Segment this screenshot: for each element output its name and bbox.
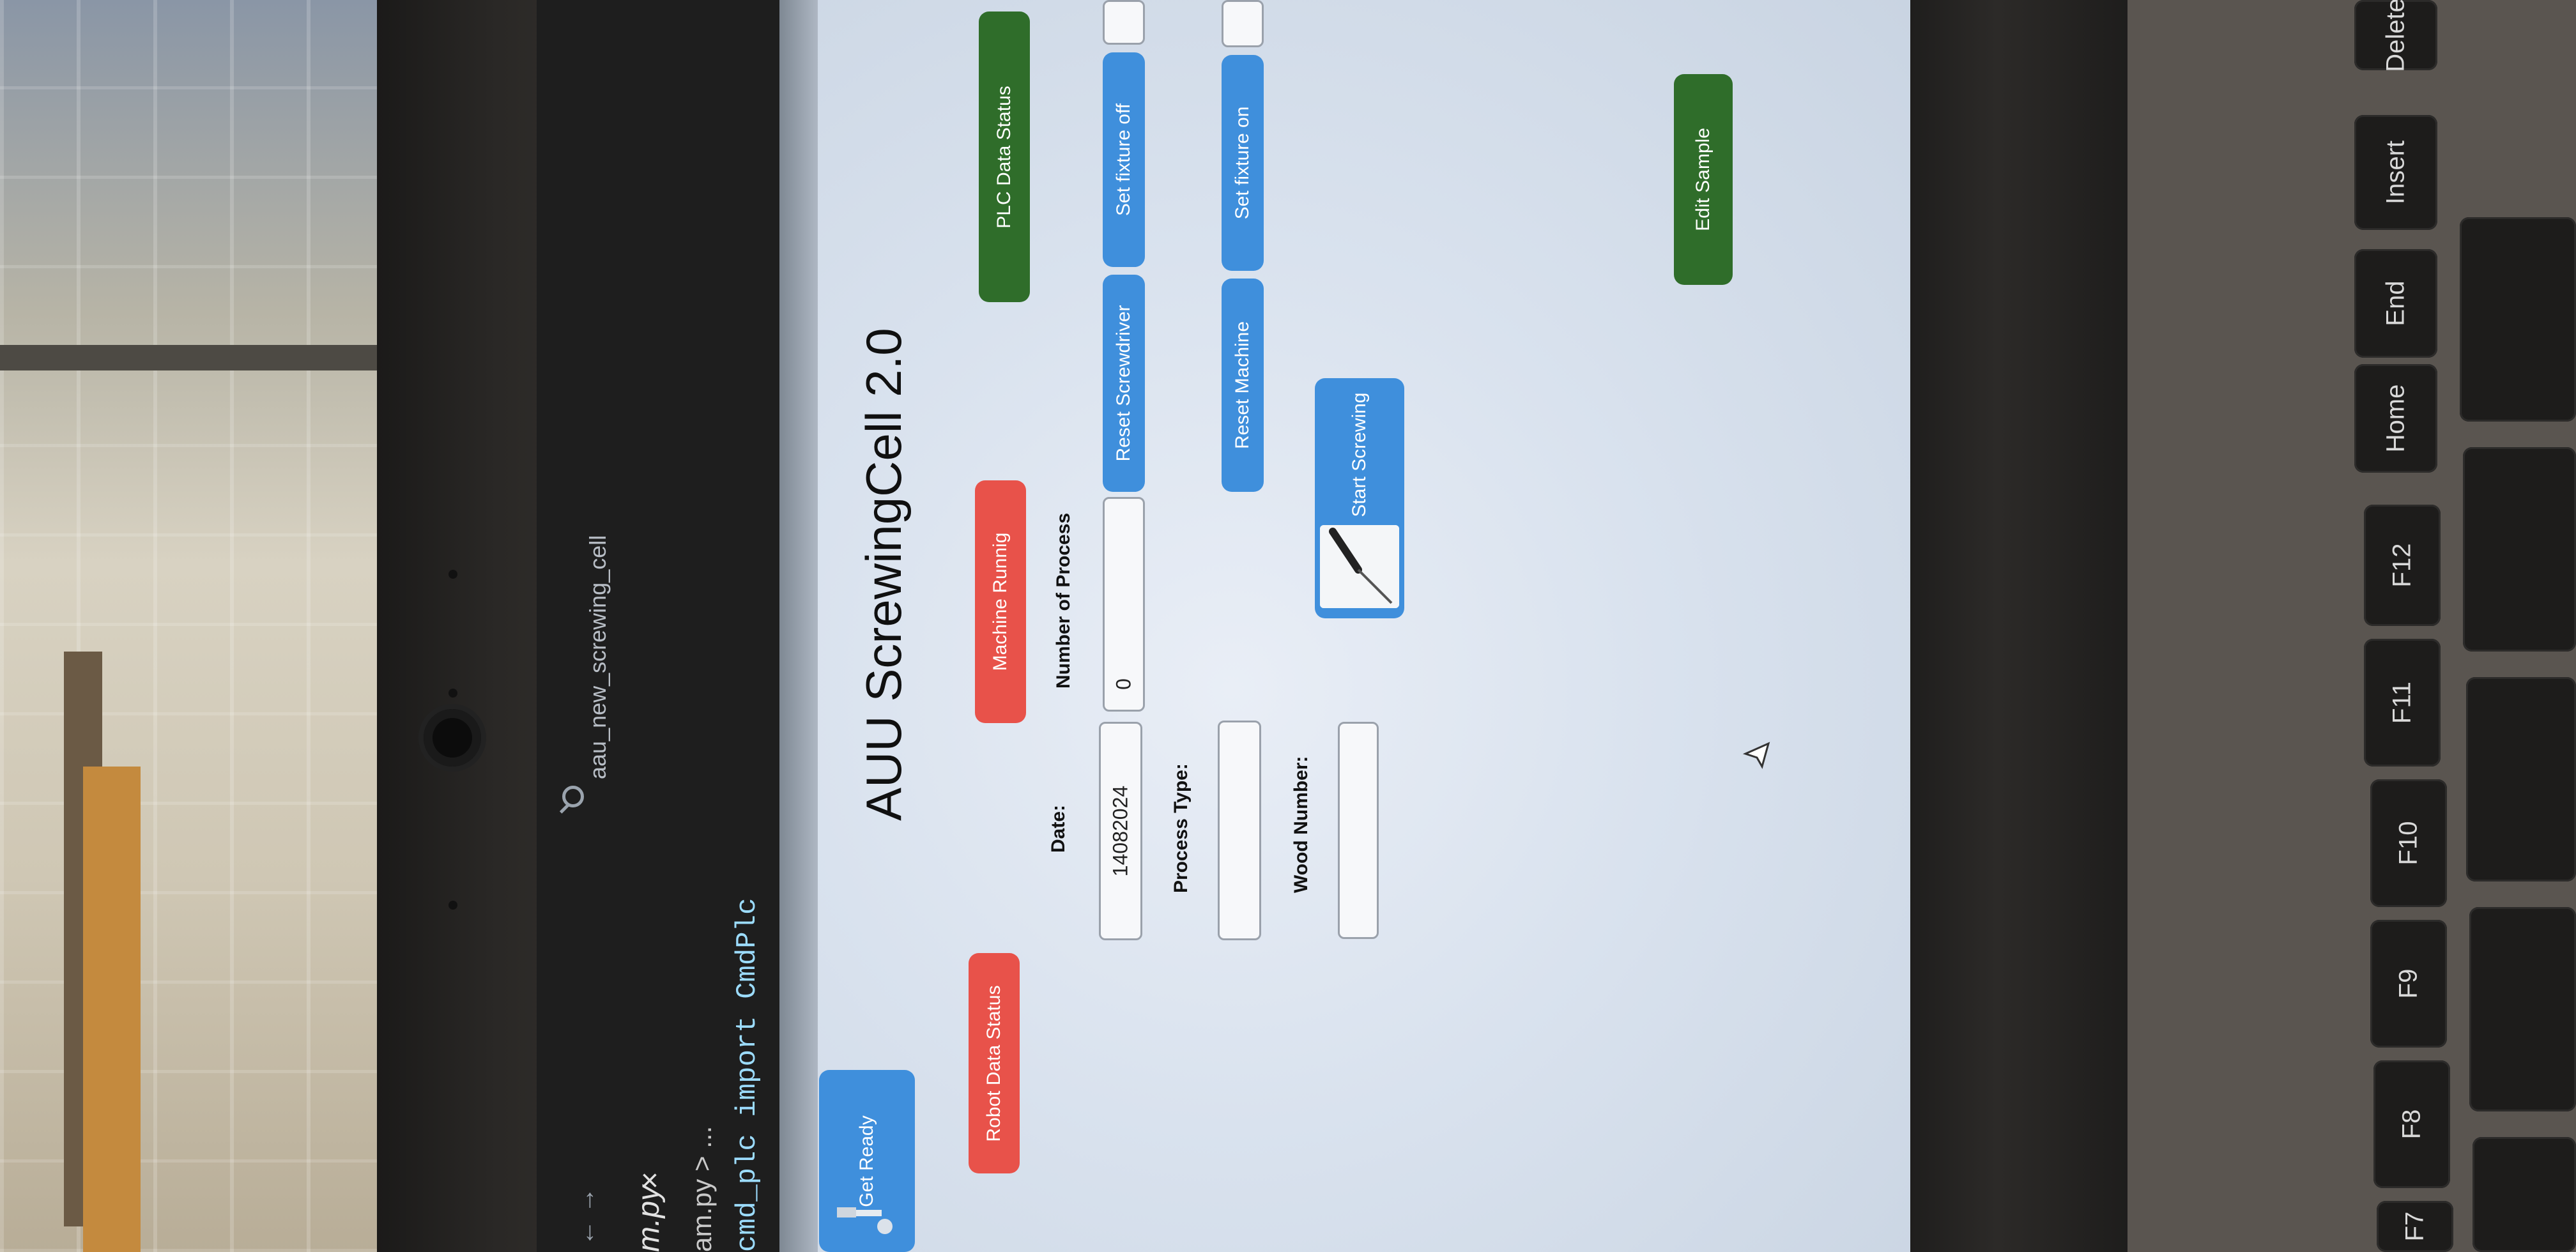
- set-fixture-off-button[interactable]: Set fixture off: [1103, 52, 1145, 267]
- key-numeric-row[interactable]: [2463, 447, 2576, 652]
- key-f7[interactable]: F7: [2377, 1201, 2453, 1252]
- wood-number-field[interactable]: [1338, 722, 1379, 939]
- key-f11[interactable]: F11: [2364, 639, 2441, 767]
- date-field[interactable]: 14082024: [1099, 722, 1142, 940]
- tab-close-icon[interactable]: ×: [632, 1172, 668, 1189]
- process-type-label: Process Type:: [1170, 763, 1192, 893]
- laptop-keyboard: Delete Insert End Home F12 F11 F10 F9 F8…: [2128, 0, 2576, 1252]
- machine-running-label: Machine Runnig: [990, 532, 1011, 671]
- key-numeric-row[interactable]: [2472, 1137, 2576, 1252]
- machine-running-button[interactable]: Machine Runnig: [975, 480, 1026, 723]
- set-fixture-off-label: Set fixture off: [1113, 103, 1134, 217]
- camera-dot: [448, 689, 457, 698]
- robot-arm-icon: [837, 1207, 893, 1234]
- process-count-field[interactable]: 0: [1103, 497, 1145, 712]
- set-fixture-on-button[interactable]: Set fixture on: [1222, 55, 1264, 271]
- editor-breadcrumb: am.py > ...: [687, 1126, 717, 1252]
- mouse-cursor-icon: [1743, 742, 1770, 769]
- key-f8[interactable]: F8: [2373, 1060, 2450, 1188]
- key-end[interactable]: End: [2354, 249, 2437, 358]
- key-insert[interactable]: Insert: [2354, 115, 2437, 230]
- reset-screwdriver-button[interactable]: Reset Screwdriver: [1103, 275, 1145, 492]
- editor-tab-label[interactable]: m.py: [631, 1186, 666, 1252]
- process-count-value: 0: [1112, 678, 1135, 691]
- editor-nav-arrows[interactable]: ← →: [572, 1187, 601, 1246]
- process-type-field[interactable]: [1218, 721, 1261, 940]
- editor-code-line: cmd_plc import CmdPlc: [732, 897, 763, 1252]
- shelf: [0, 345, 409, 370]
- key-numeric-row[interactable]: [2469, 907, 2576, 1111]
- process-count-label: Number of Process: [1053, 512, 1074, 689]
- edit-sample-label: Edit Sample: [1692, 128, 1713, 231]
- page-title: AUU ScrewingCell 2.0: [855, 328, 912, 821]
- edit-sample-button[interactable]: Edit Sample: [1674, 74, 1733, 285]
- key-f9[interactable]: F9: [2370, 920, 2447, 1048]
- webcam-icon: [424, 709, 481, 767]
- screwdriver-icon: [1320, 525, 1399, 608]
- status-field-top-2[interactable]: [1222, 0, 1264, 47]
- code-editor: aau_new_screwing_cell ← → m.py × am.py >…: [537, 0, 779, 1252]
- camera-dot: [448, 570, 457, 579]
- plc-data-status-button[interactable]: PLC Data Status: [979, 11, 1030, 302]
- search-icon[interactable]: [562, 786, 584, 807]
- reset-screwdriver-label: Reset Screwdriver: [1113, 305, 1134, 462]
- key-delete[interactable]: Delete: [2354, 0, 2437, 72]
- key-home[interactable]: Home: [2354, 364, 2437, 473]
- date-value: 14082024: [1108, 785, 1132, 877]
- camera-dot: [448, 901, 457, 910]
- monitor-bezel-right: [1910, 0, 2128, 1252]
- key-f10[interactable]: F10: [2370, 779, 2447, 907]
- wood-number-label: Wood Number:: [1291, 756, 1312, 893]
- editor-search-text[interactable]: aau_new_screwing_cell: [585, 535, 611, 779]
- status-field-top[interactable]: [1103, 0, 1145, 45]
- plc-data-status-label: PLC Data Status: [993, 85, 1015, 229]
- robot-data-status-button[interactable]: Robot Data Status: [969, 953, 1020, 1173]
- start-screwing-label: Start Screwing: [1349, 392, 1370, 517]
- reset-machine-button[interactable]: Reset Machine: [1222, 279, 1264, 492]
- background-photo: [0, 0, 409, 1252]
- get-ready-label: Get Ready: [856, 1115, 877, 1207]
- window-edge: [779, 0, 818, 1252]
- reset-machine-label: Reset Machine: [1232, 321, 1253, 450]
- key-f12[interactable]: F12: [2364, 505, 2441, 626]
- date-label: Date:: [1048, 804, 1069, 853]
- key-numeric-row[interactable]: [2460, 217, 2576, 422]
- app-window: AUU ScrewingCell 2.0 Get Ready Robot Dat…: [779, 0, 1910, 1252]
- shelf: [83, 767, 141, 1252]
- key-numeric-row[interactable]: [2466, 677, 2576, 882]
- robot-data-status-label: Robot Data Status: [983, 984, 1004, 1142]
- set-fixture-on-label: Set fixture on: [1232, 106, 1253, 220]
